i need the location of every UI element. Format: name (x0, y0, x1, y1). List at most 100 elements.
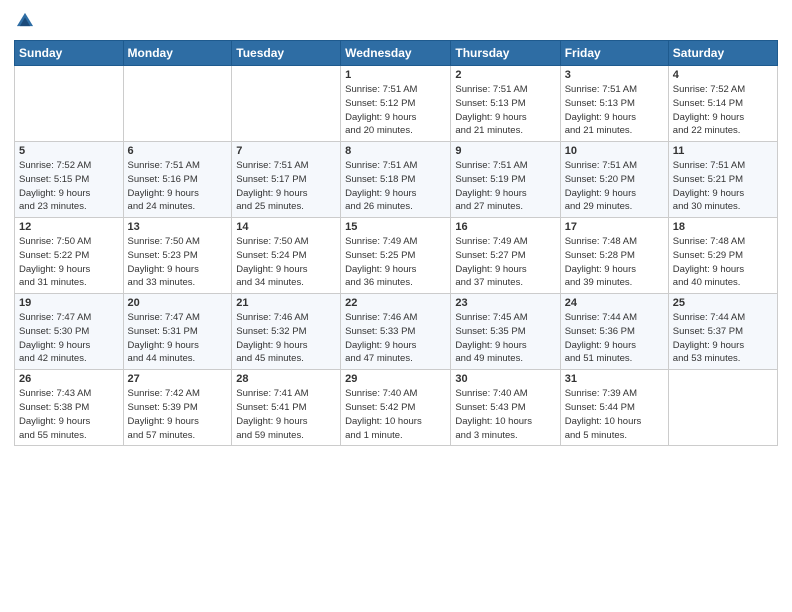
day-number: 28 (236, 373, 336, 385)
weekday-header-thursday: Thursday (451, 41, 560, 66)
week-row-2: 5 Sunrise: 7:52 AM Sunset: 5:15 PM Daylig… (15, 142, 778, 218)
calendar-cell: 9Sunrise: 7:51 AM Sunset: 5:19 PM Daylig… (451, 142, 560, 218)
day-info: Sunrise: 7:45 AM Sunset: 5:35 PM Dayligh… (455, 311, 555, 366)
calendar-cell: 28 Sunrise: 7:41 AM Sunset: 5:41 PM Dayli… (232, 370, 341, 446)
day-number: 29 (345, 373, 446, 385)
day-number: 18 (673, 221, 773, 233)
calendar-cell: 17 Sunrise: 7:48 AM Sunset: 5:28 PM Dayli… (560, 218, 668, 294)
day-info: Sunrise: 7:51 AM Sunset: 5:13 PM Dayligh… (455, 83, 555, 138)
day-number: 4 (673, 69, 773, 81)
calendar-cell: 2 Sunrise: 7:51 AM Sunset: 5:13 PM Daylig… (451, 66, 560, 142)
week-row-1: 1Sunrise: 7:51 AM Sunset: 5:12 PM Daylig… (15, 66, 778, 142)
calendar-cell: 8 Sunrise: 7:51 AM Sunset: 5:18 PM Daylig… (341, 142, 451, 218)
calendar-cell: 25 Sunrise: 7:44 AM Sunset: 5:37 PM Dayli… (668, 294, 777, 370)
day-number: 20 (128, 297, 228, 309)
day-info: Sunrise: 7:40 AM Sunset: 5:43 PM Dayligh… (455, 387, 555, 442)
day-info: Sunrise: 7:48 AM Sunset: 5:28 PM Dayligh… (565, 235, 664, 290)
calendar-cell: 26 Sunrise: 7:43 AM Sunset: 5:38 PM Dayli… (15, 370, 124, 446)
calendar-cell (232, 66, 341, 142)
calendar-cell: 4 Sunrise: 7:52 AM Sunset: 5:14 PM Daylig… (668, 66, 777, 142)
day-info: Sunrise: 7:50 AM Sunset: 5:24 PM Dayligh… (236, 235, 336, 290)
day-info: Sunrise: 7:47 AM Sunset: 5:30 PM Dayligh… (19, 311, 119, 366)
week-row-4: 19 Sunrise: 7:47 AM Sunset: 5:30 PM Dayli… (15, 294, 778, 370)
day-number: 2 (455, 69, 555, 81)
day-info: Sunrise: 7:39 AM Sunset: 5:44 PM Dayligh… (565, 387, 664, 442)
day-number: 15 (345, 221, 446, 233)
day-info: Sunrise: 7:51 AM Sunset: 5:13 PM Dayligh… (565, 83, 664, 138)
day-number: 27 (128, 373, 228, 385)
day-info: Sunrise: 7:51 AM Sunset: 5:21 PM Dayligh… (673, 159, 773, 214)
weekday-header-sunday: Sunday (15, 41, 124, 66)
day-info: Sunrise: 7:49 AM Sunset: 5:27 PM Dayligh… (455, 235, 555, 290)
day-number: 10 (565, 145, 664, 157)
day-number: 8 (345, 145, 446, 157)
day-info: Sunrise: 7:43 AM Sunset: 5:38 PM Dayligh… (19, 387, 119, 442)
day-info: Sunrise: 7:51 AM Sunset: 5:19 PM Dayligh… (455, 159, 555, 214)
day-number: 1 (345, 69, 446, 81)
day-number: 11 (673, 145, 773, 157)
weekday-header-monday: Monday (123, 41, 232, 66)
day-number: 6 (128, 145, 228, 157)
weekday-header-saturday: Saturday (668, 41, 777, 66)
calendar-cell: 14 Sunrise: 7:50 AM Sunset: 5:24 PM Dayli… (232, 218, 341, 294)
calendar-cell: 21Sunrise: 7:46 AM Sunset: 5:32 PM Dayli… (232, 294, 341, 370)
calendar-cell: 18 Sunrise: 7:48 AM Sunset: 5:29 PM Dayli… (668, 218, 777, 294)
calendar-table: SundayMondayTuesdayWednesdayThursdayFrid… (14, 40, 778, 446)
day-info: Sunrise: 7:47 AM Sunset: 5:31 PM Dayligh… (128, 311, 228, 366)
day-info: Sunrise: 7:48 AM Sunset: 5:29 PM Dayligh… (673, 235, 773, 290)
calendar-cell: 24Sunrise: 7:44 AM Sunset: 5:36 PM Dayli… (560, 294, 668, 370)
weekday-header-tuesday: Tuesday (232, 41, 341, 66)
weekday-header-friday: Friday (560, 41, 668, 66)
calendar-cell: 5 Sunrise: 7:52 AM Sunset: 5:15 PM Daylig… (15, 142, 124, 218)
calendar-cell: 29 Sunrise: 7:40 AM Sunset: 5:42 PM Dayli… (341, 370, 451, 446)
day-number: 7 (236, 145, 336, 157)
day-info: Sunrise: 7:52 AM Sunset: 5:15 PM Dayligh… (19, 159, 119, 214)
day-info: Sunrise: 7:50 AM Sunset: 5:22 PM Dayligh… (19, 235, 119, 290)
day-number: 26 (19, 373, 119, 385)
day-info: Sunrise: 7:41 AM Sunset: 5:41 PM Dayligh… (236, 387, 336, 442)
calendar-cell: 1Sunrise: 7:51 AM Sunset: 5:12 PM Daylig… (341, 66, 451, 142)
calendar-cell: 6 Sunrise: 7:51 AM Sunset: 5:16 PM Daylig… (123, 142, 232, 218)
calendar-cell: 22Sunrise: 7:46 AM Sunset: 5:33 PM Dayli… (341, 294, 451, 370)
day-info: Sunrise: 7:44 AM Sunset: 5:36 PM Dayligh… (565, 311, 664, 366)
day-number: 17 (565, 221, 664, 233)
calendar-cell: 23Sunrise: 7:45 AM Sunset: 5:35 PM Dayli… (451, 294, 560, 370)
calendar-cell: 12Sunrise: 7:50 AM Sunset: 5:22 PM Dayli… (15, 218, 124, 294)
day-info: Sunrise: 7:44 AM Sunset: 5:37 PM Dayligh… (673, 311, 773, 366)
day-info: Sunrise: 7:51 AM Sunset: 5:20 PM Dayligh… (565, 159, 664, 214)
calendar-cell: 19 Sunrise: 7:47 AM Sunset: 5:30 PM Dayli… (15, 294, 124, 370)
day-info: Sunrise: 7:46 AM Sunset: 5:33 PM Dayligh… (345, 311, 446, 366)
week-row-5: 26 Sunrise: 7:43 AM Sunset: 5:38 PM Dayli… (15, 370, 778, 446)
day-number: 14 (236, 221, 336, 233)
day-number: 5 (19, 145, 119, 157)
calendar-cell: 13 Sunrise: 7:50 AM Sunset: 5:23 PM Dayli… (123, 218, 232, 294)
logo (14, 10, 40, 32)
weekday-header-row: SundayMondayTuesdayWednesdayThursdayFrid… (15, 41, 778, 66)
day-number: 25 (673, 297, 773, 309)
calendar-cell: 31 Sunrise: 7:39 AM Sunset: 5:44 PM Dayli… (560, 370, 668, 446)
calendar-cell: 15 Sunrise: 7:49 AM Sunset: 5:25 PM Dayli… (341, 218, 451, 294)
page: SundayMondayTuesdayWednesdayThursdayFrid… (0, 0, 792, 612)
day-info: Sunrise: 7:52 AM Sunset: 5:14 PM Dayligh… (673, 83, 773, 138)
calendar-cell: 20 Sunrise: 7:47 AM Sunset: 5:31 PM Dayli… (123, 294, 232, 370)
calendar-cell: 7 Sunrise: 7:51 AM Sunset: 5:17 PM Daylig… (232, 142, 341, 218)
calendar-cell (668, 370, 777, 446)
day-number: 16 (455, 221, 555, 233)
day-number: 21 (236, 297, 336, 309)
calendar-cell: 30Sunrise: 7:40 AM Sunset: 5:43 PM Dayli… (451, 370, 560, 446)
calendar-cell (123, 66, 232, 142)
day-info: Sunrise: 7:49 AM Sunset: 5:25 PM Dayligh… (345, 235, 446, 290)
week-row-3: 12Sunrise: 7:50 AM Sunset: 5:22 PM Dayli… (15, 218, 778, 294)
day-number: 31 (565, 373, 664, 385)
header (14, 10, 778, 32)
calendar-cell: 16 Sunrise: 7:49 AM Sunset: 5:27 PM Dayli… (451, 218, 560, 294)
calendar-cell: 11 Sunrise: 7:51 AM Sunset: 5:21 PM Dayli… (668, 142, 777, 218)
calendar-cell (15, 66, 124, 142)
day-info: Sunrise: 7:50 AM Sunset: 5:23 PM Dayligh… (128, 235, 228, 290)
day-number: 19 (19, 297, 119, 309)
day-info: Sunrise: 7:51 AM Sunset: 5:16 PM Dayligh… (128, 159, 228, 214)
day-number: 13 (128, 221, 228, 233)
day-info: Sunrise: 7:51 AM Sunset: 5:17 PM Dayligh… (236, 159, 336, 214)
day-info: Sunrise: 7:40 AM Sunset: 5:42 PM Dayligh… (345, 387, 446, 442)
day-info: Sunrise: 7:51 AM Sunset: 5:18 PM Dayligh… (345, 159, 446, 214)
